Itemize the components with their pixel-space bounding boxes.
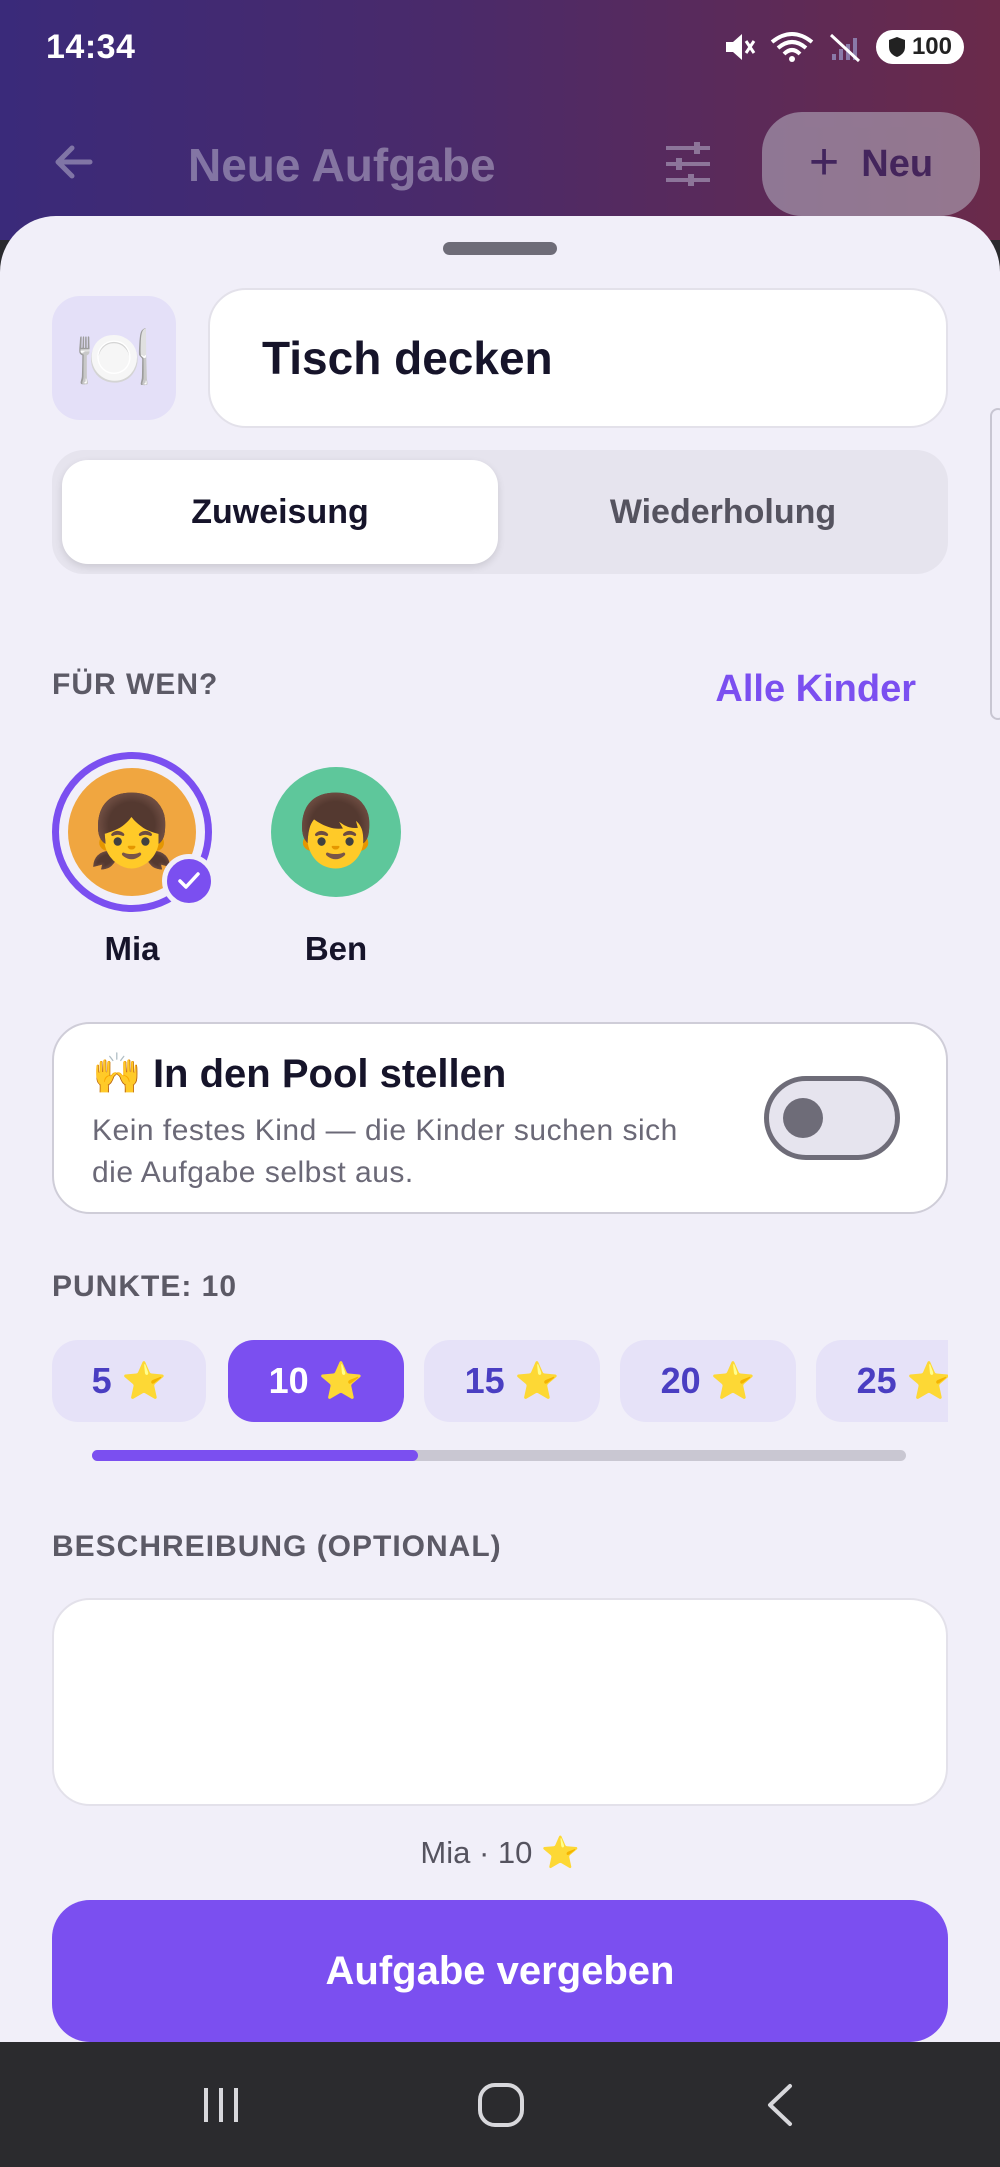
avatar-ben: 👦	[271, 767, 401, 897]
child-name-ben: Ben	[304, 930, 368, 967]
points-option-15[interactable]: 15 ⭐	[424, 1340, 600, 1422]
system-nav-bar	[0, 2042, 1000, 2167]
raised-hands-icon: 🙌	[92, 1052, 142, 1096]
star-icon: ⭐	[121, 1360, 167, 1401]
pool-description: Kein festes Kind — die Kinder suchen sic…	[92, 1114, 678, 1189]
points-option-10[interactable]: 10 ⭐	[228, 1340, 404, 1422]
plate-icon: 🍽️	[75, 323, 153, 393]
home-icon[interactable]	[474, 2080, 528, 2130]
assign-task-button[interactable]: Aufgabe vergeben	[52, 1900, 948, 2042]
child-option-mia[interactable]: 👧 Mia	[52, 752, 216, 968]
star-icon: ⭐	[710, 1360, 756, 1401]
description-input[interactable]	[52, 1598, 948, 1806]
points-scrollbar[interactable]	[92, 1450, 906, 1461]
boy-icon: 👦	[292, 792, 380, 870]
points-option-5[interactable]: 5 ⭐	[52, 1340, 206, 1422]
mute-icon	[725, 34, 756, 60]
girl-icon: 👧	[88, 792, 176, 870]
star-icon: ⭐	[514, 1360, 560, 1401]
tab-zuweisung[interactable]: Zuweisung	[62, 460, 498, 564]
status-time: 14:34	[46, 28, 136, 66]
tab-wiederholung[interactable]: Wiederholung	[508, 460, 938, 564]
points-value: 25	[856, 1360, 897, 1401]
pool-card: 🙌 In den Pool stellen Kein festes Kind —…	[52, 1022, 948, 1214]
status-icons: 100	[722, 30, 964, 64]
points-option-20[interactable]: 20 ⭐	[620, 1340, 796, 1422]
wifi-icon	[770, 32, 814, 62]
new-task-sheet: 🍽️ Tisch decken Zuweisung Wiederholung F…	[0, 216, 1000, 2042]
task-name-value: Tisch decken	[262, 332, 553, 384]
status-bar: 14:34 100	[0, 0, 1000, 98]
assignee-section-label: FÜR WEN?	[52, 668, 219, 701]
points-option-25[interactable]: 25 ⭐	[816, 1340, 948, 1422]
toggle-knob	[783, 1098, 823, 1138]
avatar: 👦	[256, 752, 416, 912]
background-app: 14:34 100 Neue Aufgabe + Neu	[0, 0, 1000, 240]
drag-handle[interactable]	[443, 242, 557, 255]
points-value: 5	[91, 1360, 112, 1401]
points-value: 20	[660, 1360, 701, 1401]
task-name-input[interactable]: Tisch decken	[208, 288, 948, 428]
check-icon	[162, 854, 216, 908]
star-icon: ⭐	[906, 1360, 948, 1401]
back-icon[interactable]	[756, 2080, 806, 2130]
star-icon: ⭐	[318, 1360, 364, 1401]
points-section-label: PUNKTE: 10	[52, 1270, 238, 1303]
child-name-mia: Mia	[104, 930, 160, 967]
new-task-button[interactable]: + Neu	[762, 112, 980, 216]
battery-level: 100	[911, 33, 952, 60]
back-arrow-icon[interactable]	[50, 138, 98, 186]
page-title: Neue Aufgabe	[188, 139, 496, 191]
task-icon-picker[interactable]: 🍽️	[52, 296, 176, 420]
battery-indicator: 100	[875, 30, 964, 64]
points-scrollbar-thumb[interactable]	[92, 1450, 418, 1461]
pool-title-text: In den Pool stellen	[152, 1052, 507, 1096]
recent-apps-icon[interactable]	[196, 2080, 246, 2130]
shield-icon	[888, 37, 905, 57]
points-value: 15	[464, 1360, 505, 1401]
scroll-indicator	[990, 408, 1000, 720]
avatar: 👧	[52, 752, 216, 912]
tab-switcher: Zuweisung Wiederholung	[52, 450, 948, 574]
description-section-label: BESCHREIBUNG (OPTIONAL)	[52, 1530, 502, 1563]
new-button-label: Neu	[861, 142, 934, 185]
assignment-summary: Mia · 10 ⭐	[420, 1835, 580, 1870]
child-option-ben[interactable]: 👦 Ben	[256, 752, 416, 968]
pool-title: 🙌 In den Pool stellen	[92, 1050, 506, 1097]
tune-icon[interactable]	[662, 138, 714, 190]
no-signal-icon	[829, 33, 860, 63]
points-value: 10	[268, 1360, 309, 1401]
plus-icon: +	[808, 133, 840, 191]
all-children-button[interactable]: Alle Kinder	[715, 668, 916, 711]
pool-toggle[interactable]	[764, 1076, 900, 1160]
points-selector: 5 ⭐ 10 ⭐ 15 ⭐ 20 ⭐ 25 ⭐	[52, 1340, 948, 1426]
